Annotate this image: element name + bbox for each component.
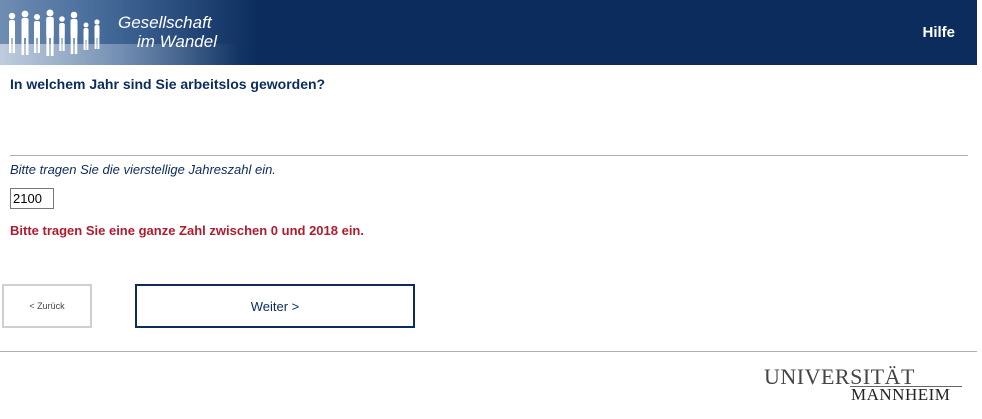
logo-wordmark: Gesellschaft im Wandel bbox=[118, 13, 217, 51]
logo-line-2: im Wandel bbox=[137, 32, 217, 51]
university-logo-line-2: MANNHEIM bbox=[851, 385, 951, 404]
divider bbox=[10, 155, 968, 156]
footer-divider bbox=[0, 351, 977, 352]
back-button[interactable]: < Zurück bbox=[2, 284, 92, 328]
logo-line-1: Gesellschaft bbox=[118, 13, 212, 32]
instruction-text: Bitte tragen Sie die vierstellige Jahres… bbox=[10, 162, 276, 177]
university-logo: UNIVERSITÄT MANNHEIM bbox=[764, 366, 964, 406]
header-bar: Gesellschaft im Wandel Hilfe bbox=[0, 0, 977, 65]
question-text: In welchem Jahr sind Sie arbeitslos gewo… bbox=[10, 76, 326, 92]
help-link[interactable]: Hilfe bbox=[922, 24, 955, 41]
people-silhouettes-icon bbox=[8, 9, 100, 56]
year-input[interactable] bbox=[10, 188, 54, 209]
validation-error: Bitte tragen Sie eine ganze Zahl zwische… bbox=[10, 223, 364, 238]
next-button[interactable]: Weiter > bbox=[135, 284, 415, 328]
